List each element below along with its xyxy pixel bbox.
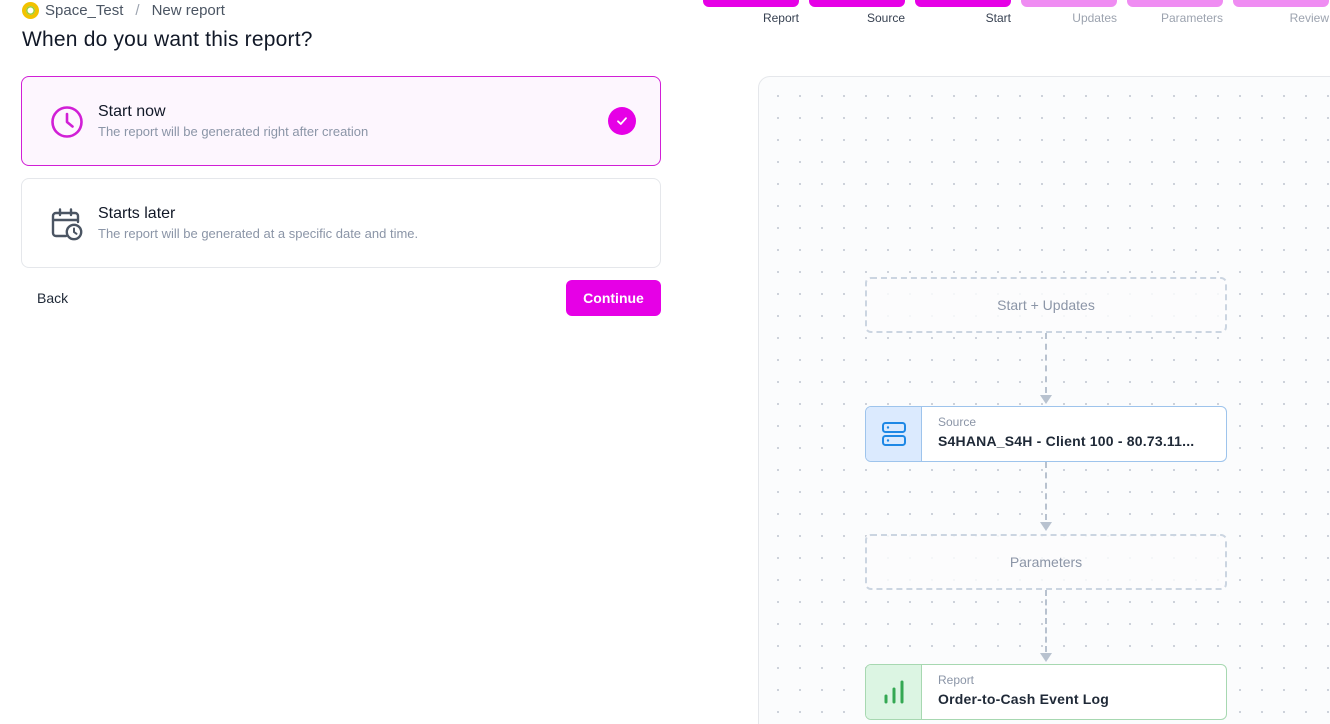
option-title: Start now bbox=[98, 103, 166, 120]
calendar-clock-icon bbox=[51, 208, 83, 241]
option-starts-later[interactable]: Starts later The report will be generate… bbox=[21, 178, 661, 268]
breadcrumb-space-link[interactable]: Space_Test bbox=[45, 2, 123, 19]
step-label: Start bbox=[985, 11, 1011, 25]
step-progress-bar bbox=[915, 0, 1011, 7]
step-progress-bar bbox=[1233, 0, 1329, 7]
step-updates: Updates bbox=[1021, 0, 1117, 26]
report-node[interactable]: Report Order-to-Cash Event Log bbox=[865, 664, 1227, 720]
report-node-kind: Report bbox=[938, 673, 975, 687]
step-progress-bar bbox=[809, 0, 905, 7]
option-description: The report will be generated right after… bbox=[98, 124, 369, 139]
step-label: Review bbox=[1289, 11, 1329, 25]
bar-chart-icon bbox=[884, 680, 903, 704]
clock-icon bbox=[51, 106, 83, 138]
flow-diagram-panel[interactable]: Start + Updates Source S4HANA_S4H - Clie… bbox=[758, 76, 1330, 724]
breadcrumb-current-page: New report bbox=[151, 1, 225, 19]
arrow-down-icon bbox=[1040, 395, 1052, 404]
step-label: Source bbox=[866, 11, 905, 25]
source-icon-box bbox=[866, 407, 922, 461]
breadcrumb-separator: / bbox=[135, 1, 140, 19]
connector-line bbox=[1045, 590, 1047, 652]
step-label: Updates bbox=[1072, 11, 1117, 25]
source-node[interactable]: Source S4HANA_S4H - Client 100 - 80.73.1… bbox=[865, 406, 1227, 462]
back-button[interactable]: Back bbox=[22, 282, 86, 314]
option-start-now[interactable]: Start now The report will be generated r… bbox=[21, 76, 661, 166]
step-label: Report bbox=[762, 11, 799, 25]
option-title: Starts later bbox=[98, 205, 176, 222]
selected-check-icon bbox=[608, 107, 636, 135]
connector-line bbox=[1045, 333, 1047, 393]
step-progress-bar bbox=[1127, 0, 1223, 7]
source-node-kind: Source bbox=[938, 415, 977, 429]
step-progress-bar bbox=[1021, 0, 1117, 7]
step-parameters: Parameters bbox=[1127, 0, 1223, 26]
arrow-down-icon bbox=[1040, 522, 1052, 531]
wizard-stepper: Report Source Start Updates Parameters R… bbox=[703, 0, 1330, 26]
source-node-value: S4HANA_S4H - Client 100 - 80.73.11... bbox=[938, 433, 1195, 449]
step-source[interactable]: Source bbox=[809, 0, 905, 26]
step-start[interactable]: Start bbox=[915, 0, 1011, 26]
start-updates-node[interactable]: Start + Updates bbox=[865, 277, 1227, 333]
step-label: Parameters bbox=[1160, 11, 1223, 25]
step-report[interactable]: Report bbox=[703, 0, 799, 26]
parameters-node[interactable]: Parameters bbox=[865, 534, 1227, 590]
step-review: Review bbox=[1233, 0, 1329, 26]
continue-button[interactable]: Continue bbox=[566, 280, 661, 316]
space-logo-icon bbox=[22, 1, 39, 19]
connector-line bbox=[1045, 462, 1047, 520]
report-icon-box bbox=[866, 665, 922, 719]
breadcrumb: Space_Test / New report bbox=[22, 1, 225, 19]
step-progress-bar bbox=[703, 0, 799, 7]
report-node-value: Order-to-Cash Event Log bbox=[938, 691, 1110, 707]
server-icon bbox=[881, 422, 906, 446]
page-title: When do you want this report? bbox=[22, 28, 313, 51]
arrow-down-icon bbox=[1040, 653, 1052, 662]
option-description: The report will be generated at a specif… bbox=[98, 226, 419, 241]
